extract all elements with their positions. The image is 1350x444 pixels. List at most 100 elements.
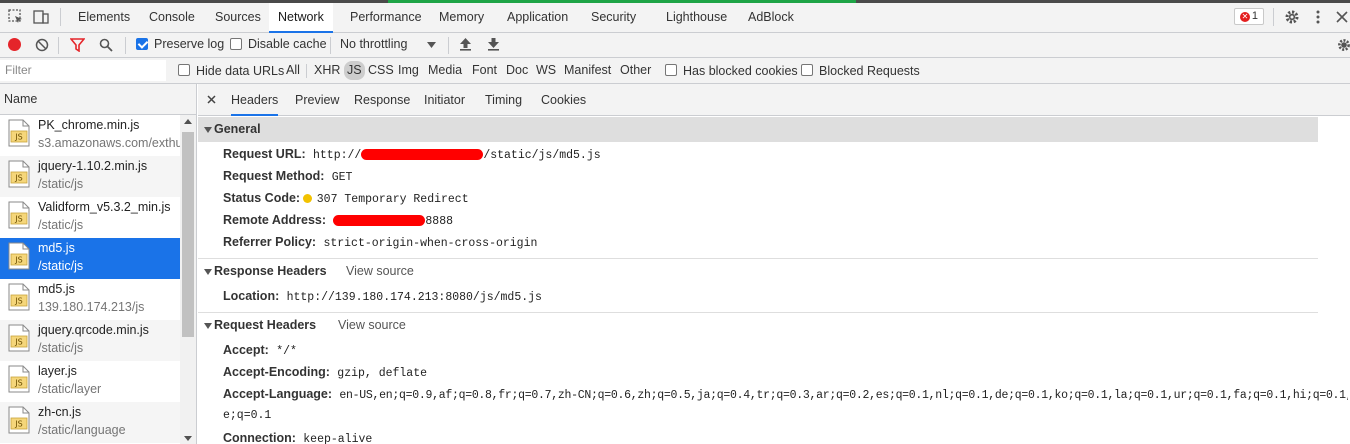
type-filter-media[interactable]: Media	[428, 63, 462, 77]
blocked-requests-checkbox[interactable]	[801, 64, 813, 76]
general-section-header[interactable]: General	[198, 117, 1318, 142]
request-row[interactable]: JS zh-cn.js/static/language	[0, 402, 180, 443]
record-button[interactable]	[8, 38, 21, 51]
has-blocked-cookies-checkbox[interactable]	[665, 64, 677, 76]
filter-input[interactable]: Filter	[0, 60, 166, 81]
tab-cookies[interactable]: Cookies	[541, 93, 586, 107]
request-name: md5.js	[38, 282, 75, 296]
inspect-element-icon[interactable]	[8, 9, 24, 25]
svg-text:JS: JS	[14, 215, 22, 224]
type-filter-img[interactable]: Img	[398, 63, 419, 77]
svg-text:JS: JS	[14, 338, 22, 347]
error-count: 1	[1251, 10, 1258, 22]
scrollbar-thumb[interactable]	[182, 132, 194, 337]
type-filter-font[interactable]: Font	[472, 63, 497, 77]
export-har-icon[interactable]	[487, 37, 500, 51]
type-filter-other[interactable]: Other	[620, 63, 651, 77]
filter-icon[interactable]	[70, 38, 85, 52]
request-headers-section-header[interactable]: Request Headers View source	[198, 313, 1318, 338]
request-name: layer.js	[38, 364, 77, 378]
request-row[interactable]: JS PK_chrome.min.js s3.amazonaws.com/exthu…	[0, 115, 180, 156]
search-icon[interactable]	[99, 38, 113, 52]
accept-encoding-row: Accept-Encoding: gzip, deflate	[223, 365, 427, 380]
referrer-policy-value: strict-origin-when-cross-origin	[323, 237, 538, 250]
tab-memory[interactable]: Memory	[435, 3, 488, 33]
type-filter-all[interactable]: All	[286, 63, 300, 77]
request-url-value: http:///static/js/md5.js	[313, 149, 601, 162]
detail-tab-bar: Headers Preview Response Initiator Timin…	[198, 84, 1350, 116]
accept-language-row: Accept-Language: en-US,en;q=0.9,af;q=0.8…	[223, 387, 1348, 402]
request-row[interactable]: JS md5.js 139.180.174.213/js	[0, 279, 180, 320]
type-filter-js[interactable]: JS	[344, 61, 365, 80]
request-list-scrollbar[interactable]	[180, 115, 196, 444]
svg-text:JS: JS	[14, 256, 22, 265]
type-filter-css[interactable]: CSS	[368, 63, 394, 77]
tab-security[interactable]: Security	[587, 3, 640, 33]
tab-network[interactable]: Network	[269, 3, 333, 33]
request-name: zh-cn.js	[38, 405, 82, 419]
error-count-badge[interactable]: ✕ 1	[1234, 8, 1264, 25]
name-column-header[interactable]: Name	[0, 84, 196, 115]
request-path: s3.amazonaws.com/exthub	[38, 136, 180, 150]
throttling-select[interactable]: No throttling	[340, 37, 407, 51]
tab-headers[interactable]: Headers	[231, 93, 279, 116]
settings-gear-icon[interactable]	[1284, 9, 1300, 25]
remote-address-value: 8888	[333, 215, 453, 228]
request-method-value: GET	[331, 171, 353, 184]
preserve-log-label: Preserve log	[154, 37, 225, 51]
tab-timing[interactable]: Timing	[485, 93, 522, 107]
accept-language-value: en-US,en;q=0.9,af;q=0.8,fr;q=0.7,zh-CN;q…	[339, 389, 1348, 402]
hide-data-urls-checkbox[interactable]	[178, 64, 190, 76]
scroll-up-icon[interactable]	[184, 119, 192, 124]
request-row[interactable]: JS Validform_v5.3.2_min.js/static/js	[0, 197, 180, 238]
request-row[interactable]: JS jquery-1.10.2.min.js/static/js	[0, 156, 180, 197]
type-filter-ws[interactable]: WS	[536, 63, 556, 77]
tab-initiator[interactable]: Initiator	[424, 93, 465, 107]
device-toolbar-icon[interactable]	[33, 9, 49, 25]
scroll-down-icon[interactable]	[184, 436, 192, 441]
error-icon: ✕	[1240, 12, 1250, 22]
tab-application[interactable]: Application	[503, 3, 572, 33]
tab-elements[interactable]: Elements	[74, 3, 134, 33]
clear-icon[interactable]	[35, 38, 49, 52]
close-icon[interactable]	[207, 95, 216, 104]
has-blocked-cookies-label: Has blocked cookies	[683, 64, 798, 78]
request-name: md5.js	[38, 241, 75, 255]
tab-console[interactable]: Console	[145, 3, 199, 33]
request-path: /static/js	[38, 177, 84, 191]
chevron-down-icon[interactable]	[427, 42, 436, 48]
disable-cache-checkbox[interactable]	[230, 38, 242, 50]
accept-encoding-value: gzip, deflate	[337, 367, 428, 380]
preserve-log-checkbox[interactable]	[136, 38, 148, 50]
request-row[interactable]: JS layer.js/static/layer	[0, 361, 180, 402]
tab-performance[interactable]: Performance	[346, 3, 426, 33]
connection-value: keep-alive	[303, 433, 373, 444]
tab-preview[interactable]: Preview	[295, 93, 339, 107]
response-headers-section-header[interactable]: Response Headers View source	[198, 259, 1318, 284]
more-options-icon[interactable]	[1310, 9, 1326, 25]
request-method-row: Request Method: GET	[223, 169, 352, 184]
tab-adblock[interactable]: AdBlock	[744, 3, 798, 33]
type-filter-xhr[interactable]: XHR	[314, 63, 340, 77]
request-path: /static/js	[38, 341, 84, 355]
import-har-icon[interactable]	[459, 37, 472, 51]
request-view-source-link[interactable]: View source	[338, 313, 406, 338]
tab-lighthouse[interactable]: Lighthouse	[662, 3, 731, 33]
request-row[interactable]: JS md5.js/static/js	[0, 238, 180, 279]
request-row[interactable]: JS jquery.qrcode.min.js/static/js	[0, 320, 180, 361]
tab-sources[interactable]: Sources	[211, 3, 265, 33]
accept-value: */*	[276, 345, 297, 358]
request-url-key: Request URL:	[223, 147, 306, 161]
status-warning-dot-icon	[303, 194, 313, 203]
type-filter-manifest[interactable]: Manifest	[564, 63, 611, 77]
location-row: Location: http://139.180.174.213:8080/js…	[223, 289, 542, 304]
close-devtools-icon[interactable]	[1334, 9, 1350, 25]
request-name: PK_chrome.min.js	[38, 118, 140, 132]
network-settings-gear-icon[interactable]	[1337, 38, 1350, 52]
connection-row: Connection: keep-alive	[223, 431, 372, 444]
response-view-source-link[interactable]: View source	[346, 259, 414, 284]
js-file-icon: JS	[8, 324, 30, 352]
type-filter-doc[interactable]: Doc	[506, 63, 528, 77]
location-key: Location:	[223, 289, 280, 303]
tab-response[interactable]: Response	[354, 93, 410, 107]
